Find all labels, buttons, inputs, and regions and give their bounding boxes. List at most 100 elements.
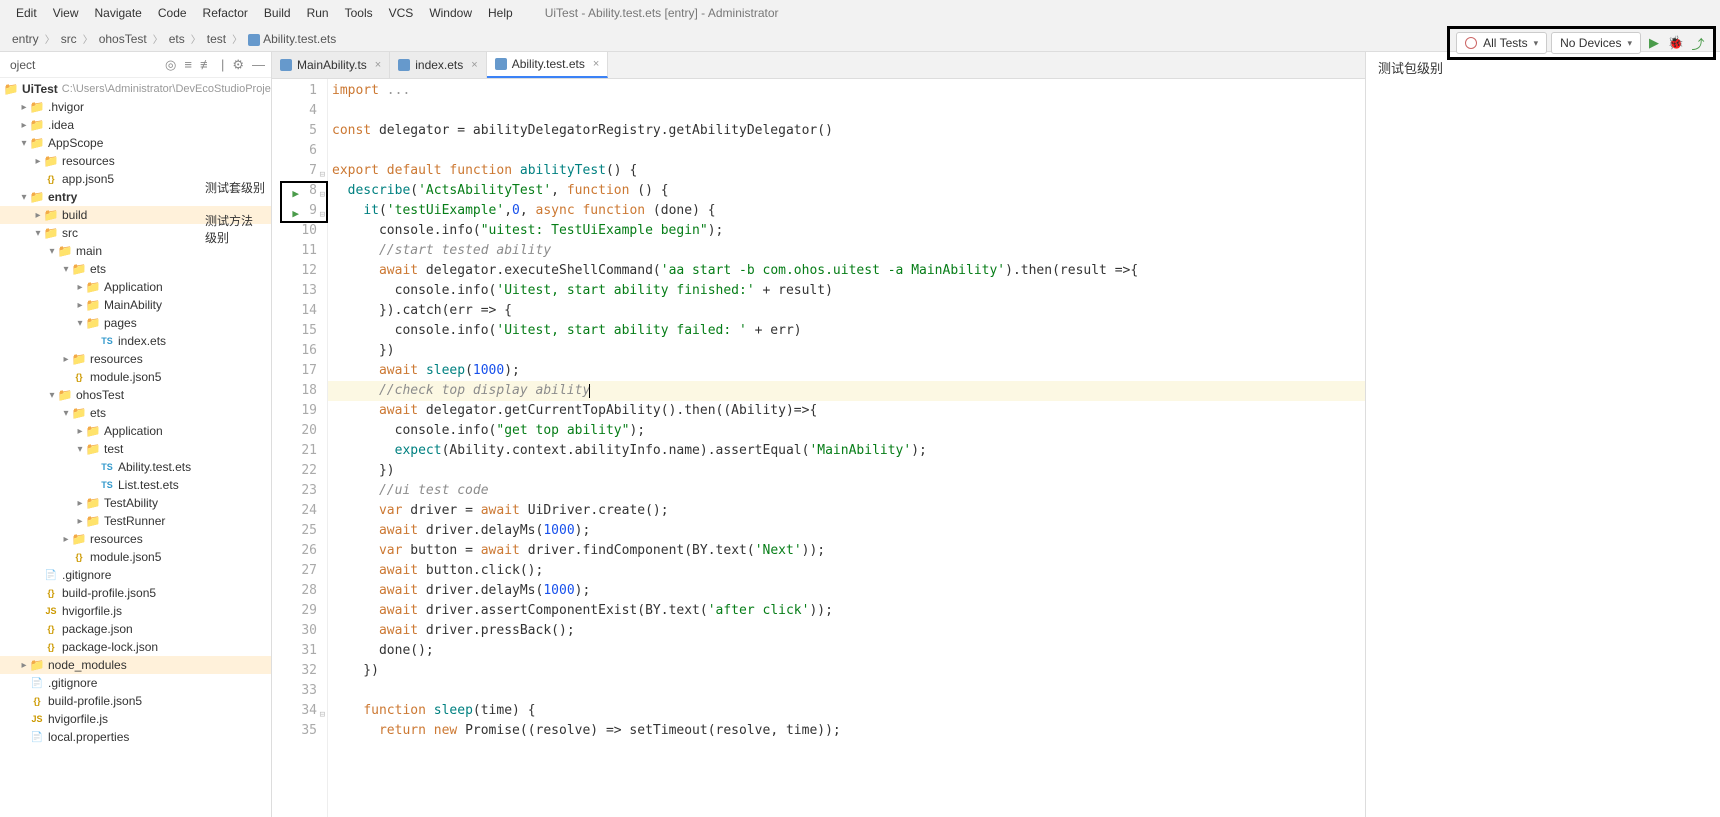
menu-tools[interactable]: Tools xyxy=(337,2,381,24)
breadcrumb-item[interactable]: Ability.test.ets xyxy=(244,30,340,48)
tree-node[interactable]: {}module.json5 xyxy=(0,368,271,386)
menu-vcs[interactable]: VCS xyxy=(381,2,422,24)
tree-node[interactable]: ▸📁resources xyxy=(0,152,271,170)
gear-icon[interactable]: ⚙ xyxy=(232,57,244,73)
tree-node[interactable]: {}build-profile.json5 xyxy=(0,584,271,602)
code-line[interactable]: console.info("get top ability"); xyxy=(328,421,1365,441)
code-line[interactable]: console.info('Uitest, start ability fail… xyxy=(328,321,1365,341)
tree-node[interactable]: TSindex.ets xyxy=(0,332,271,350)
code-line[interactable]: }) xyxy=(328,461,1365,481)
tree-node[interactable]: ▾📁src xyxy=(0,224,271,242)
tree-node[interactable]: ▸📁Application xyxy=(0,278,271,296)
project-tree[interactable]: 📁UiTest C:\Users\Administrator\DevEcoStu… xyxy=(0,78,271,817)
code-line[interactable]: await driver.pressBack(); xyxy=(328,621,1365,641)
tree-node[interactable]: ▾📁AppScope xyxy=(0,134,271,152)
tree-node[interactable]: ▸📁Application xyxy=(0,422,271,440)
code-line[interactable]: await delegator.getCurrentTopAbility().t… xyxy=(328,401,1365,421)
collapse-icon[interactable]: ≢ xyxy=(200,57,213,72)
tree-node[interactable]: ▾📁ets xyxy=(0,404,271,422)
editor-tab[interactable]: MainAbility.ts× xyxy=(272,52,390,78)
breadcrumb-item[interactable]: src xyxy=(57,30,81,48)
tree-node[interactable]: JShvigorfile.js xyxy=(0,710,271,728)
close-icon[interactable]: × xyxy=(593,58,599,70)
tree-node[interactable]: ▾📁main xyxy=(0,242,271,260)
tree-node[interactable]: ▸📁resources xyxy=(0,350,271,368)
close-icon[interactable]: × xyxy=(375,59,381,71)
tree-node[interactable]: 📄.gitignore xyxy=(0,566,271,584)
code-line[interactable]: describe('ActsAbilityTest', function () … xyxy=(328,181,1365,201)
breadcrumb-item[interactable]: ohosTest xyxy=(95,30,151,48)
tree-node[interactable]: ▾📁pages xyxy=(0,314,271,332)
tree-node[interactable]: ▾📁ohosTest xyxy=(0,386,271,404)
menu-refactor[interactable]: Refactor xyxy=(195,2,256,24)
code-line[interactable]: await driver.delayMs(1000); xyxy=(328,581,1365,601)
breadcrumb-item[interactable]: ets xyxy=(165,30,189,48)
all-tests-dropdown[interactable]: All Tests ▾ xyxy=(1456,32,1547,54)
tree-node[interactable]: ▸📁node_modules xyxy=(0,656,271,674)
code-line[interactable]: function sleep(time) { xyxy=(328,701,1365,721)
code-line[interactable]: var button = await driver.findComponent(… xyxy=(328,541,1365,561)
code-line[interactable] xyxy=(328,141,1365,161)
code-line[interactable]: //ui test code xyxy=(328,481,1365,501)
tree-node[interactable]: ▸📁build xyxy=(0,206,271,224)
device-dropdown[interactable]: No Devices ▾ xyxy=(1551,32,1641,54)
code-line[interactable]: //check top display ability xyxy=(328,381,1365,401)
tree-node[interactable]: JShvigorfile.js xyxy=(0,602,271,620)
code-line[interactable]: //start tested ability xyxy=(328,241,1365,261)
debug-icon[interactable]: 🐞 xyxy=(1667,34,1685,52)
editor-tab[interactable]: Ability.test.ets× xyxy=(487,52,609,78)
tree-node[interactable]: ▸📁.hvigor xyxy=(0,98,271,116)
code-line[interactable]: const delegator = abilityDelegatorRegist… xyxy=(328,121,1365,141)
tree-node[interactable]: {}module.json5 xyxy=(0,548,271,566)
code-line[interactable]: await driver.delayMs(1000); xyxy=(328,521,1365,541)
code-line[interactable]: }) xyxy=(328,341,1365,361)
tree-node[interactable]: ▸📁TestRunner xyxy=(0,512,271,530)
tree-node[interactable]: ▾📁entry xyxy=(0,188,271,206)
code-area[interactable]: import ...const delegator = abilityDeleg… xyxy=(328,79,1365,817)
tree-node[interactable]: TSList.test.ets xyxy=(0,476,271,494)
tree-node[interactable]: ▸📁TestAbility xyxy=(0,494,271,512)
tree-node[interactable]: ▸📁resources xyxy=(0,530,271,548)
code-line[interactable] xyxy=(328,681,1365,701)
code-line[interactable]: it('testUiExample',0, async function (do… xyxy=(328,201,1365,221)
menu-code[interactable]: Code xyxy=(150,2,195,24)
tree-node[interactable]: 📄.gitignore xyxy=(0,674,271,692)
menu-build[interactable]: Build xyxy=(256,2,299,24)
breadcrumb-item[interactable]: test xyxy=(203,30,230,48)
tree-node[interactable]: ▾📁ets xyxy=(0,260,271,278)
expand-icon[interactable]: ≡ xyxy=(184,57,192,72)
code-line[interactable]: }) xyxy=(328,661,1365,681)
breadcrumb-item[interactable]: entry xyxy=(8,30,43,48)
tree-node[interactable]: 📁UiTest C:\Users\Administrator\DevEcoStu… xyxy=(0,80,271,98)
run-icon[interactable]: ▶ xyxy=(1645,34,1663,52)
menu-window[interactable]: Window xyxy=(421,2,480,24)
tree-node[interactable]: ▸📁.idea xyxy=(0,116,271,134)
coverage-icon[interactable]: ⤴ xyxy=(1689,34,1707,52)
code-line[interactable] xyxy=(328,101,1365,121)
tree-node[interactable]: {}app.json5 xyxy=(0,170,271,188)
menu-view[interactable]: View xyxy=(45,2,87,24)
tree-node[interactable]: ▾📁test xyxy=(0,440,271,458)
menu-run[interactable]: Run xyxy=(299,2,337,24)
code-line[interactable]: }).catch(err => { xyxy=(328,301,1365,321)
menu-navigate[interactable]: Navigate xyxy=(86,2,149,24)
code-line[interactable]: await button.click(); xyxy=(328,561,1365,581)
tree-node[interactable]: {}package-lock.json xyxy=(0,638,271,656)
tree-node[interactable]: TSAbility.test.ets xyxy=(0,458,271,476)
target-icon[interactable]: ◎ xyxy=(165,57,176,73)
code-line[interactable]: console.info('Uitest, start ability fini… xyxy=(328,281,1365,301)
code-line[interactable]: export default function abilityTest() { xyxy=(328,161,1365,181)
menu-edit[interactable]: Edit xyxy=(8,2,45,24)
code-line[interactable]: var driver = await UiDriver.create(); xyxy=(328,501,1365,521)
code-line[interactable]: console.info("uitest: TestUiExample begi… xyxy=(328,221,1365,241)
code-line[interactable]: await driver.assertComponentExist(BY.tex… xyxy=(328,601,1365,621)
code-line[interactable]: await sleep(1000); xyxy=(328,361,1365,381)
editor-tab[interactable]: index.ets× xyxy=(390,52,486,78)
project-dropdown[interactable]: oject xyxy=(6,58,157,72)
close-icon[interactable]: × xyxy=(471,59,477,71)
code-line[interactable]: expect(Ability.context.abilityInfo.name)… xyxy=(328,441,1365,461)
tree-node[interactable]: {}build-profile.json5 xyxy=(0,692,271,710)
menu-help[interactable]: Help xyxy=(480,2,521,24)
tree-node[interactable]: 📄local.properties xyxy=(0,728,271,746)
code-line[interactable]: done(); xyxy=(328,641,1365,661)
